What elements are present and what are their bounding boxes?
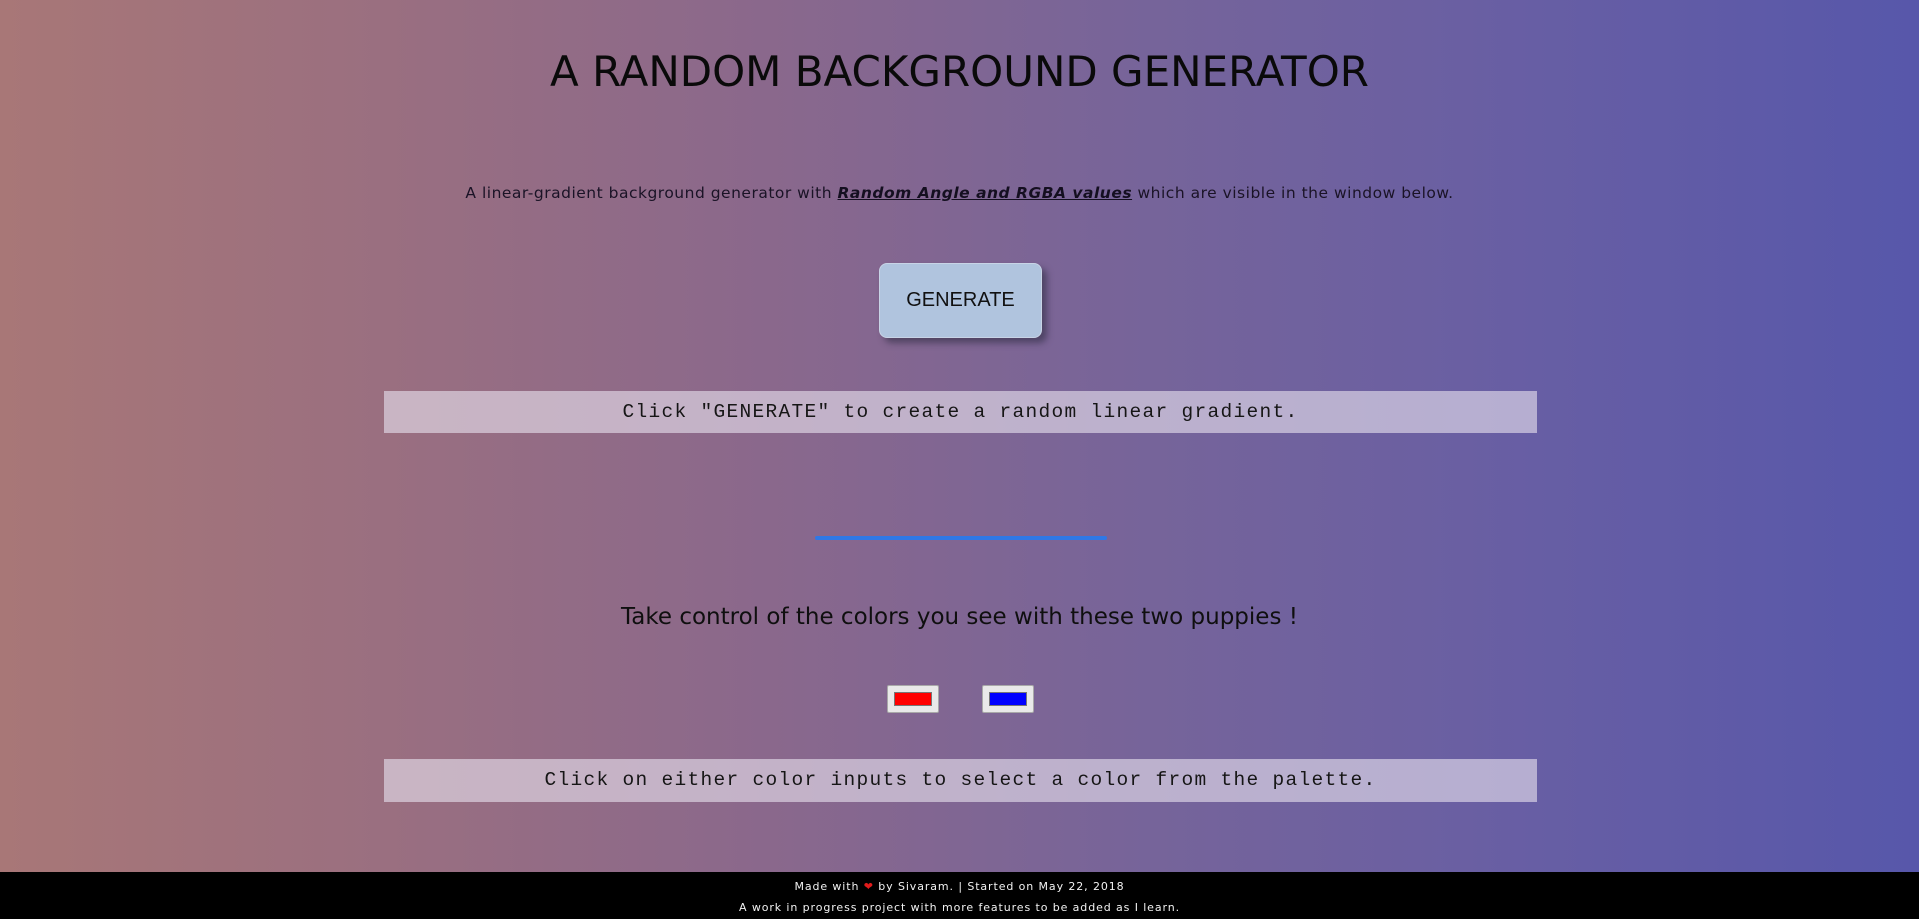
gradient-info-box: Click "GENERATE" to create a random line… bbox=[384, 391, 1537, 433]
color-swatch-2 bbox=[989, 692, 1027, 706]
color-input-2[interactable] bbox=[982, 685, 1034, 713]
generate-button[interactable]: GENERATE bbox=[879, 263, 1042, 338]
footer: Made with ❤ by Sivaram. | Started on May… bbox=[0, 872, 1919, 919]
heart-icon: ❤ bbox=[863, 880, 874, 893]
intro-text-before: A linear-gradient background generator w… bbox=[465, 184, 838, 202]
footer-credit: Made with ❤ by Sivaram. | Started on May… bbox=[0, 880, 1919, 893]
page-title: A RANDOM BACKGROUND GENERATOR bbox=[550, 47, 1369, 96]
divider-line bbox=[815, 536, 1107, 540]
footer-made-with: Made with bbox=[794, 880, 864, 893]
intro-text: A linear-gradient background generator w… bbox=[0, 184, 1919, 202]
intro-text-after: which are visible in the window below. bbox=[1132, 184, 1454, 202]
footer-author-date: by Sivaram. | Started on May 22, 2018 bbox=[873, 880, 1125, 893]
intro-emphasis: Random Angle and RGBA values bbox=[837, 184, 1133, 202]
color-controls-heading: Take control of the colors you see with … bbox=[621, 604, 1298, 630]
color-swatch-1 bbox=[894, 692, 932, 706]
color-input-1[interactable] bbox=[887, 685, 939, 713]
color-info-box: Click on either color inputs to select a… bbox=[384, 759, 1537, 802]
footer-note: A work in progress project with more fea… bbox=[739, 901, 1180, 914]
